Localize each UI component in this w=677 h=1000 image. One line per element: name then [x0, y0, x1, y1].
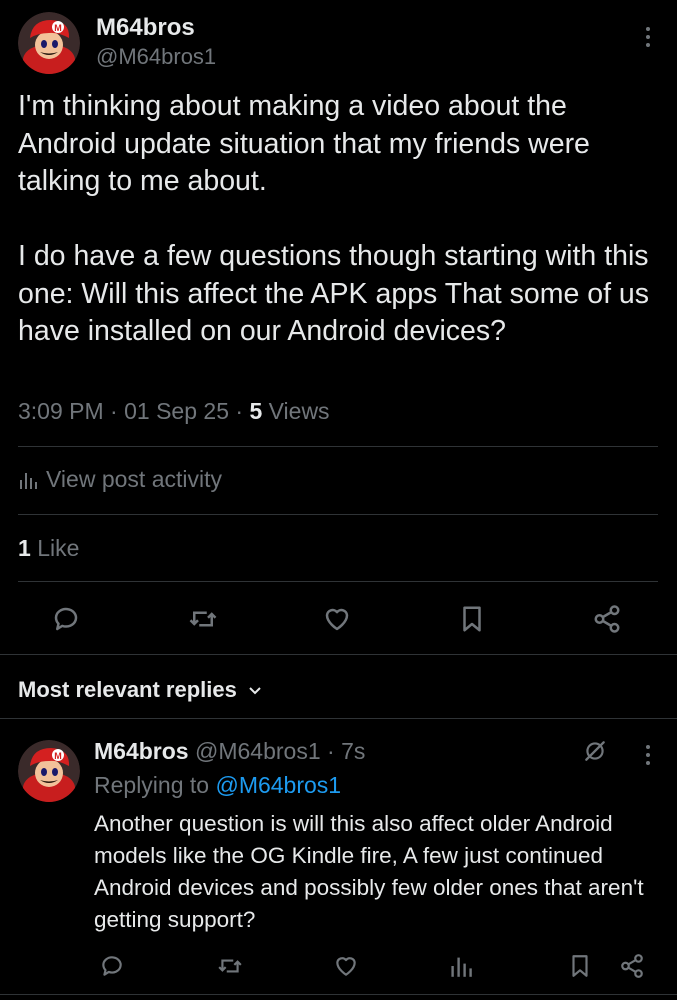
bookmark-icon — [463, 606, 481, 632]
bookmark-button[interactable] — [454, 601, 490, 637]
replies-sort-label: Most relevant replies — [18, 677, 237, 702]
share-icon — [594, 605, 620, 633]
views-label: Views — [268, 398, 330, 424]
reply-age[interactable]: 7s — [341, 738, 365, 764]
post-text: I'm thinking about making a video about … — [18, 88, 658, 351]
svg-text:M: M — [54, 23, 62, 33]
likes-count-link[interactable]: 1 Like — [18, 535, 79, 562]
replies-sort-dropdown[interactable]: Most relevant replies — [18, 677, 263, 703]
views-count: 5 — [249, 398, 263, 424]
repost-icon — [218, 959, 242, 973]
reply-button[interactable] — [48, 601, 84, 637]
post-paragraph: I do have a few questions though startin… — [18, 240, 650, 347]
reply-repost-button[interactable] — [212, 948, 248, 984]
author-handle[interactable]: @M64bros1 — [96, 44, 216, 70]
replying-to-mention[interactable]: @M64bros1 — [215, 772, 341, 798]
author-avatar[interactable]: M — [18, 12, 80, 74]
bookmark-icon — [572, 955, 588, 977]
reply-reply-button[interactable] — [94, 948, 130, 984]
reply-analytics-button[interactable] — [443, 948, 479, 984]
post-paragraph: I'm thinking about making a video about … — [18, 90, 590, 197]
likes-count: 1 — [18, 535, 31, 561]
reply-text: Another question is will this also affec… — [94, 811, 644, 932]
share-icon — [621, 954, 643, 978]
author-name[interactable]: M64bros — [96, 14, 195, 42]
activity-label: View post activity — [46, 466, 222, 492]
post-date[interactable]: 01 Sep 25 — [124, 398, 229, 424]
reply-author-name[interactable]: M64bros — [94, 738, 189, 764]
heart-icon — [325, 608, 349, 631]
share-button[interactable] — [589, 601, 625, 637]
more-vertical-icon[interactable] — [638, 22, 658, 52]
reply-bookmark-button[interactable] — [562, 948, 598, 984]
reply-header: M64bros @M64bros1 · 7s — [94, 738, 366, 764]
post-meta: 3:09 PM · 01 Sep 25 · 5 Views — [18, 398, 330, 424]
svg-text:M: M — [54, 751, 62, 761]
like-button[interactable] — [319, 601, 355, 637]
divider — [18, 514, 658, 515]
repost-button[interactable] — [185, 601, 221, 637]
analytics-icon — [20, 472, 37, 489]
post-detail-screen: M M64bros @M64bros1 I'm thinking about m… — [0, 0, 677, 1000]
divider — [18, 581, 658, 582]
replying-to: Replying to @M64bros1 — [94, 772, 341, 799]
post-time[interactable]: 3:09 PM — [18, 398, 104, 424]
more-vertical-icon[interactable] — [638, 740, 658, 770]
view-post-activity-link[interactable]: View post activity — [18, 466, 222, 493]
reply-icon — [54, 607, 78, 631]
divider — [18, 446, 658, 447]
replying-to-label: Replying to — [94, 772, 210, 798]
grok-icon[interactable] — [582, 738, 608, 769]
divider — [0, 654, 677, 655]
reply-icon — [102, 956, 122, 976]
reply-like-button[interactable] — [328, 948, 364, 984]
reply-author-avatar[interactable]: M — [18, 740, 80, 802]
repost-icon — [189, 611, 217, 627]
reply-share-button[interactable] — [614, 948, 650, 984]
chevron-down-icon — [249, 687, 261, 695]
divider — [0, 994, 677, 995]
heart-icon — [336, 957, 356, 976]
divider — [0, 718, 677, 719]
reply-author-handle[interactable]: @M64bros1 — [195, 738, 321, 764]
analytics-icon — [451, 957, 472, 977]
likes-label: Like — [37, 535, 80, 561]
